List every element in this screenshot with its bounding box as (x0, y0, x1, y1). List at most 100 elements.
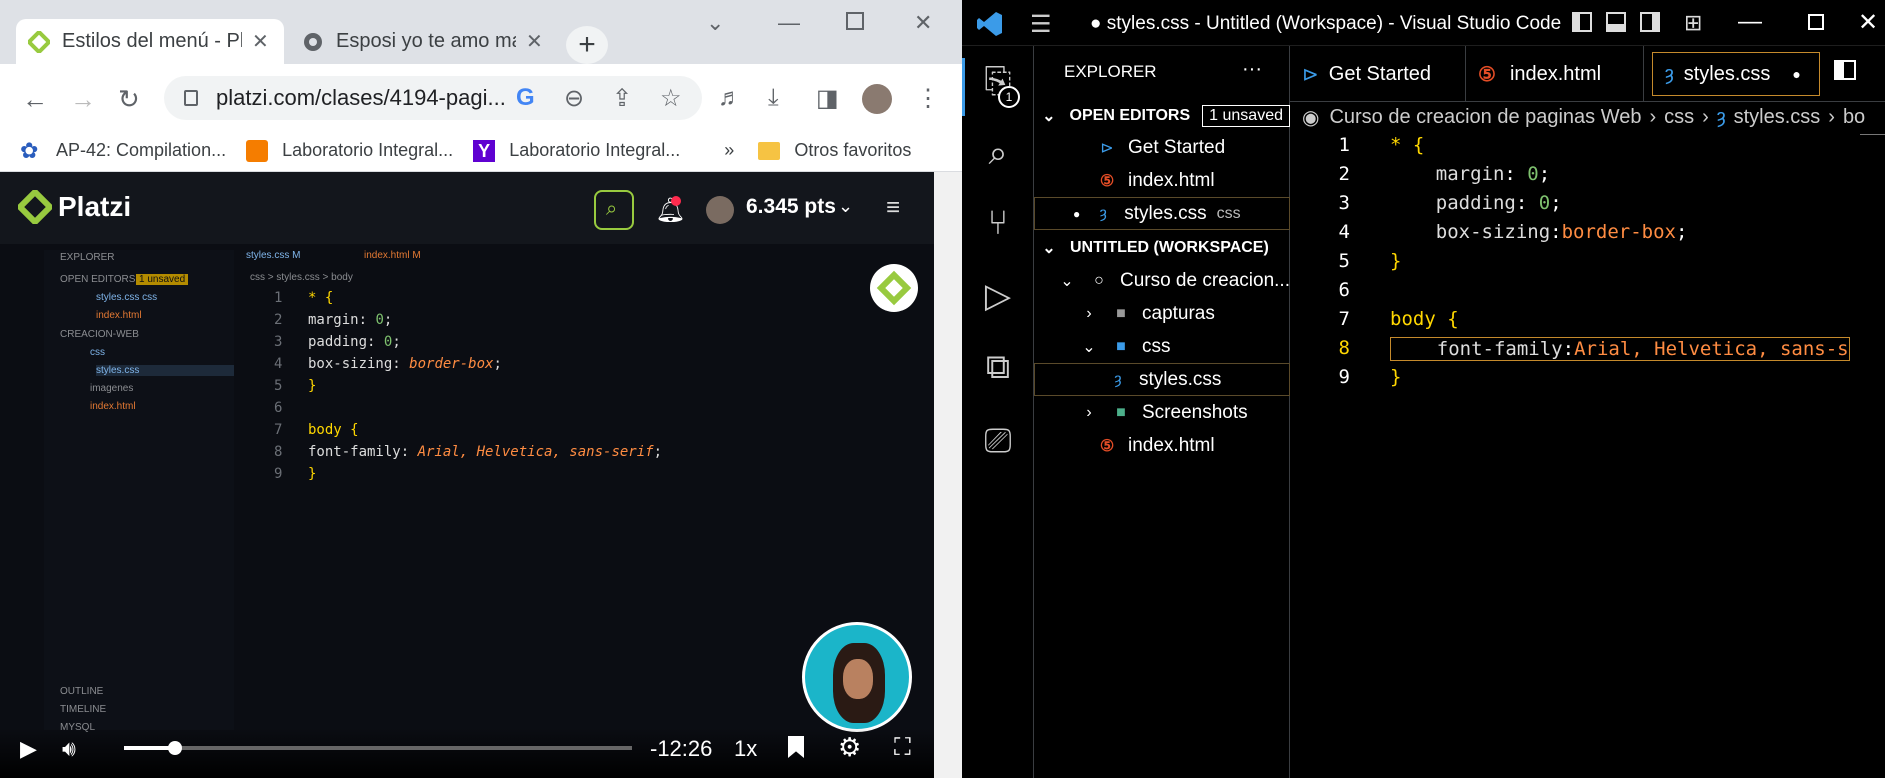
bookmark-item[interactable]: ✿ AP-42: Compilation... (20, 139, 226, 162)
video-line-number: 1 (274, 290, 283, 306)
side-panel-icon[interactable]: ◨ (816, 84, 839, 113)
search-button[interactable]: ⌕ (594, 190, 634, 230)
minimize-icon[interactable]: — (1738, 8, 1762, 36)
search-icon[interactable]: ⌕ (978, 134, 1018, 173)
chevron-right-icon: › (1702, 105, 1709, 128)
points-label[interactable]: 6.345 pts (746, 195, 836, 219)
breadcrumb-item[interactable]: styles.css (1734, 106, 1821, 129)
maximize-icon[interactable] (1808, 14, 1824, 30)
seek-handle[interactable] (167, 741, 182, 755)
minimize-icon[interactable]: — (778, 10, 800, 36)
forward-icon[interactable]: → (70, 84, 96, 115)
workspace-section[interactable]: ⌄ UNTITLED (WORKSPACE) (1034, 231, 1290, 264)
editor-tab[interactable]: ⊳ Get Started (1290, 46, 1466, 102)
more-editor-actions-icon[interactable]: ⋯ (1868, 58, 1885, 84)
platzi-favicon-icon (28, 30, 50, 53)
tree-folder[interactable]: › ■ Screenshots (1034, 396, 1290, 429)
code-line[interactable]: body { (1390, 308, 1459, 330)
dirty-dot-icon[interactable]: ● (1792, 66, 1800, 82)
volume-icon[interactable]: 🔊︎ (62, 736, 76, 762)
play-icon[interactable]: ▶ (20, 736, 37, 762)
tab-search-icon[interactable]: ⌄ (706, 10, 724, 36)
remote-explorer-icon[interactable]: ⎚ (978, 422, 1018, 461)
line-number: 3 (1338, 192, 1350, 214)
new-tab-button[interactable]: + (566, 26, 608, 64)
toggle-panel-icon[interactable] (1606, 12, 1626, 32)
search-icon: ⌕ (606, 198, 618, 220)
video-line-number: 3 (274, 334, 283, 350)
editor-tab[interactable]: ⑤ index.html (1466, 46, 1644, 102)
breadcrumb-item[interactable]: bo (1843, 106, 1865, 129)
bookmark-star-icon[interactable]: ☆ (660, 84, 682, 113)
code-line[interactable]: padding: 0; (1390, 192, 1562, 214)
back-icon[interactable]: ← (22, 84, 48, 115)
bookmark-item[interactable]: Y Laboratorio Integral... (473, 139, 680, 162)
extensions-icon[interactable]: ⧉ (978, 348, 1018, 387)
maximize-icon[interactable] (846, 12, 864, 30)
customize-layout-icon[interactable]: ⊞ (1684, 10, 1702, 36)
platzi-logo[interactable]: Platzi (18, 190, 131, 224)
playback-speed-button[interactable]: 1x (734, 736, 757, 762)
more-actions-icon[interactable]: ··· (1242, 58, 1262, 81)
other-bookmarks-label: Otros favoritos (794, 140, 912, 160)
video-editor-sidebar (44, 250, 234, 730)
tree-folder[interactable]: › ■ capturas (1034, 297, 1290, 330)
chevron-down-icon[interactable]: ⌄ (838, 196, 853, 217)
zoom-icon[interactable]: ⊖ (564, 84, 584, 113)
code-line[interactable]: font-family:Arial, Helvetica, sans-s (1390, 337, 1850, 361)
editor-tab-active[interactable]: ȝ styles.css ● (1652, 52, 1820, 96)
close-tab-icon[interactable]: ✕ (252, 29, 269, 54)
notification-dot (671, 196, 681, 206)
split-editor-icon[interactable] (1834, 60, 1856, 80)
download-icon[interactable]: ⤓ (768, 84, 779, 112)
other-bookmarks-folder[interactable]: Otros favoritos (758, 140, 911, 161)
profile-avatar[interactable] (862, 84, 892, 114)
bookmark-item[interactable]: Laboratorio Integral... (246, 139, 453, 162)
close-window-icon[interactable]: ✕ (914, 10, 932, 36)
hamburger-menu-icon[interactable]: ≡ (886, 194, 900, 222)
open-editors-section[interactable]: ⌄ OPEN EDITORS 1 unsaved (1034, 99, 1290, 132)
tree-label: css (1142, 335, 1171, 357)
breadcrumb-item[interactable]: css (1664, 106, 1694, 129)
close-window-icon[interactable]: ✕ (1858, 8, 1878, 37)
open-editor-label: styles.css (1124, 202, 1207, 224)
google-icon[interactable]: G (516, 84, 535, 112)
tree-root[interactable]: ⌄ ○ Curso de creacion... (1034, 264, 1290, 297)
settings-gear-icon[interactable]: ⚙ (838, 732, 861, 763)
code-line[interactable]: margin: 0; (1390, 163, 1550, 185)
more-bookmarks-button[interactable]: » (724, 140, 734, 161)
active-indicator (962, 58, 965, 116)
tree-file[interactable]: ⑤ index.html (1034, 429, 1290, 462)
reload-icon[interactable]: ↻ (118, 84, 140, 115)
browser-tab[interactable]: Esposi yo te amo mas ✕ (290, 19, 558, 64)
folder-images-icon: ■ (1116, 403, 1126, 421)
code-line[interactable]: } (1390, 250, 1401, 272)
code-line[interactable]: } (1390, 366, 1401, 388)
user-avatar[interactable] (706, 196, 734, 224)
code-line[interactable]: box-sizing:border-box; (1390, 221, 1688, 243)
open-editor-item[interactable]: ⊳ Get Started (1034, 131, 1290, 164)
code-line[interactable]: * { (1390, 134, 1424, 156)
open-editor-item-active[interactable]: ● ȝ styles.css css (1034, 197, 1290, 230)
tree-folder[interactable]: ⌄ ■ css (1034, 330, 1290, 363)
menu-icon[interactable]: ☰ (1030, 10, 1052, 39)
video-code-line: } (308, 378, 317, 394)
fullscreen-icon[interactable]: ⛶ (894, 734, 911, 762)
minimap[interactable] (1860, 134, 1885, 152)
open-editor-item[interactable]: ⑤ index.html (1034, 164, 1290, 197)
seek-bar[interactable] (124, 746, 632, 750)
tree-file-selected[interactable]: ȝ styles.css (1034, 363, 1290, 396)
breadcrumb-item[interactable]: Curso de creacion de paginas Web (1329, 106, 1641, 129)
share-icon[interactable]: ⇪ (612, 84, 632, 113)
page-scrollbar[interactable] (934, 172, 962, 778)
close-tab-icon[interactable]: ✕ (526, 29, 543, 54)
run-debug-icon[interactable]: ▷ (978, 276, 1018, 316)
browser-tab-active[interactable]: Estilos del menú - Plat ✕ (16, 19, 284, 64)
chevron-right-icon: › (1086, 403, 1092, 421)
media-icon[interactable]: ♬ (718, 84, 742, 112)
chrome-menu-icon[interactable]: ⋮ (916, 84, 940, 113)
source-control-icon[interactable]: ⑂ (978, 204, 1018, 243)
toggle-primary-sidebar-icon[interactable] (1572, 12, 1592, 32)
toggle-secondary-sidebar-icon[interactable] (1640, 12, 1660, 32)
tree-label: index.html (1128, 434, 1215, 456)
